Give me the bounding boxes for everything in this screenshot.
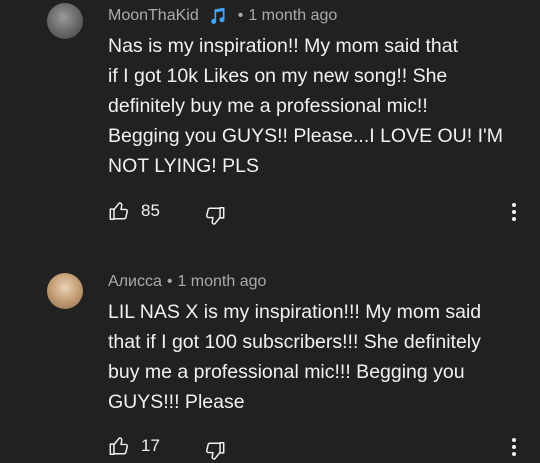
thumbs-down-icon[interactable] <box>204 205 226 227</box>
separator-dot: • <box>166 273 173 290</box>
comment-header: MoonThaKid • 1 month ago <box>108 6 337 26</box>
avatar[interactable] <box>47 273 83 309</box>
thumbs-up-icon[interactable] <box>108 200 130 222</box>
comment-timestamp[interactable]: 1 month ago <box>248 7 337 25</box>
music-note-icon <box>210 7 225 24</box>
thumbs-down-icon[interactable] <box>204 440 226 462</box>
thumbs-up-icon[interactable] <box>108 435 130 457</box>
author-name[interactable]: Алисса <box>108 273 162 291</box>
comment-actions: 17 <box>108 433 528 461</box>
avatar[interactable] <box>47 3 83 39</box>
like-count: 85 <box>141 201 160 220</box>
comment-text: LIL NAS X is my inspiration!!! My mom sa… <box>108 301 482 413</box>
more-vertical-icon[interactable] <box>504 435 524 459</box>
like-count: 17 <box>141 436 160 455</box>
comments-list: MoonThaKid • 1 month ago Nas is my inspi… <box>0 0 540 463</box>
separator-dot: • <box>237 7 244 24</box>
comment-timestamp[interactable]: 1 month ago <box>177 273 266 291</box>
author-name[interactable]: MoonThaKid <box>108 7 199 25</box>
more-vertical-icon[interactable] <box>504 200 524 224</box>
comment-header: Алисса • 1 month ago <box>108 273 266 291</box>
comment-actions: 85 <box>108 198 528 226</box>
comment-text: Nas is my inspiration!! My mom said that… <box>108 35 503 177</box>
